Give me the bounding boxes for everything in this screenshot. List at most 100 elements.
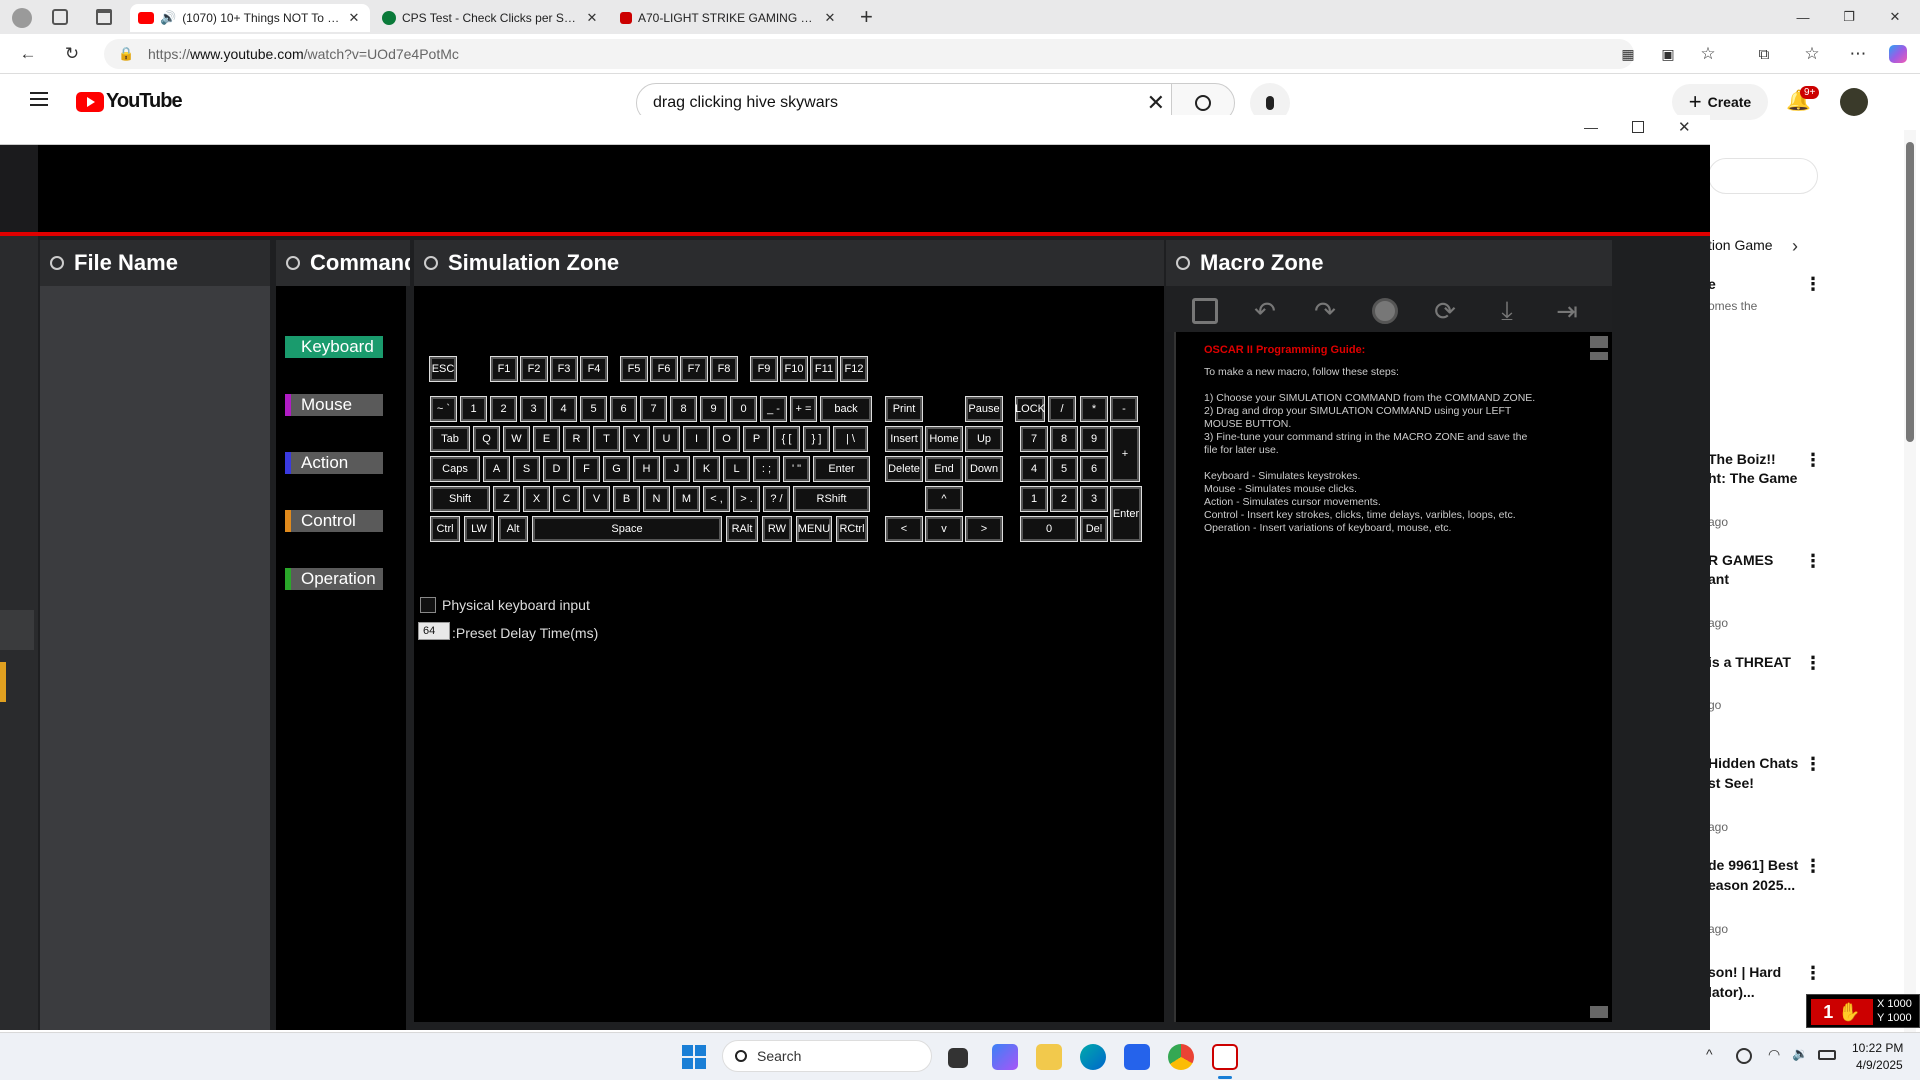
key[interactable]: Del (1080, 516, 1108, 542)
key[interactable]: * (1080, 396, 1108, 422)
volume-icon[interactable]: 🔉 (1792, 1046, 1808, 1062)
key[interactable]: 0 (730, 396, 757, 422)
key[interactable]: 9 (700, 396, 727, 422)
key[interactable]: RAlt (726, 516, 758, 542)
key[interactable]: U (653, 426, 680, 452)
speaker-icon[interactable]: 🔊 (160, 10, 176, 26)
video-title[interactable]: de 9961] Best (1708, 856, 1798, 875)
chevron-right-icon[interactable]: › (1792, 236, 1798, 257)
close-icon[interactable]: ✕ (346, 10, 362, 26)
more-actions-icon[interactable]: ⋮ (1804, 963, 1822, 984)
store-icon[interactable] (1124, 1044, 1150, 1070)
file-explorer-icon[interactable] (1036, 1044, 1062, 1070)
key[interactable]: 8 (1050, 426, 1078, 452)
key[interactable]: LW (464, 516, 494, 542)
key[interactable]: 2 (490, 396, 517, 422)
key[interactable]: ? / (763, 486, 790, 512)
key[interactable]: L (723, 456, 750, 482)
key[interactable]: Pause (965, 396, 1003, 422)
key[interactable]: _ - (760, 396, 787, 422)
key[interactable]: | \ (833, 426, 868, 452)
tab-actions-icon[interactable] (96, 9, 112, 25)
key[interactable]: O (713, 426, 740, 452)
key[interactable]: 0 (1020, 516, 1078, 542)
physical-keyboard-checkbox[interactable] (420, 597, 436, 613)
key[interactable]: 1 (460, 396, 487, 422)
key[interactable]: F2 (520, 356, 548, 382)
edge-icon[interactable] (1080, 1044, 1106, 1070)
sidebar-search-chip[interactable] (1708, 158, 1818, 194)
app-title-bar[interactable]: — ✕ (0, 115, 1710, 145)
loop-icon[interactable]: ⟳ (1430, 296, 1460, 326)
avatar[interactable] (1840, 88, 1868, 116)
key[interactable]: End (925, 456, 963, 482)
key[interactable]: 6 (1080, 456, 1108, 482)
key[interactable]: Space (532, 516, 722, 542)
video-title-line2[interactable]: st See! (1708, 774, 1754, 793)
redo-icon[interactable]: ↷ (1310, 296, 1340, 326)
key[interactable]: 3 (520, 396, 547, 422)
key[interactable]: S (513, 456, 540, 482)
key[interactable]: F10 (780, 356, 808, 382)
key[interactable]: - (1110, 396, 1138, 422)
favorite-star-icon[interactable]: ☆ (1696, 42, 1720, 66)
minimize-button[interactable]: — (1584, 119, 1598, 135)
video-title-line2[interactable]: ht: The Game (1708, 469, 1797, 488)
key[interactable]: ~ ` (430, 396, 457, 422)
refresh-icon[interactable]: ↻ (60, 42, 84, 66)
workspaces-icon[interactable] (52, 9, 68, 25)
close-window-button[interactable]: ✕ (1872, 0, 1918, 34)
key[interactable]: F9 (750, 356, 778, 382)
video-title[interactable]: son! | Hard (1708, 963, 1781, 982)
profile-icon[interactable] (12, 8, 32, 28)
key[interactable]: 4 (550, 396, 577, 422)
more-actions-icon[interactable]: ⋮ (1804, 754, 1822, 775)
restore-button[interactable]: ❐ (1826, 0, 1872, 34)
key[interactable]: E (533, 426, 560, 452)
key[interactable]: < (885, 516, 923, 542)
sidebar-chip-label[interactable]: tion Game (1708, 236, 1773, 255)
key[interactable]: F5 (620, 356, 648, 382)
close-window-button[interactable]: ✕ (1678, 118, 1691, 136)
key[interactable]: MENU (796, 516, 832, 542)
key[interactable]: Q (473, 426, 500, 452)
key[interactable]: G (603, 456, 630, 482)
key[interactable]: 8 (670, 396, 697, 422)
key[interactable]: 3 (1080, 486, 1108, 512)
key[interactable]: Enter (1110, 486, 1142, 542)
key[interactable]: v (925, 516, 963, 542)
key[interactable]: T (593, 426, 620, 452)
key[interactable]: F6 (650, 356, 678, 382)
tray-chevron-icon[interactable]: ^ (1706, 1046, 1713, 1062)
key[interactable]: RShift (793, 486, 870, 512)
app-available-icon[interactable]: ▦ (1616, 42, 1640, 66)
key[interactable]: M (673, 486, 700, 512)
more-menu-icon[interactable]: ⋯ (1846, 42, 1870, 66)
key[interactable]: Delete (885, 456, 923, 482)
key[interactable]: Enter (813, 456, 870, 482)
bloody-app-icon[interactable] (1212, 1044, 1238, 1070)
key[interactable]: Ctrl (430, 516, 460, 542)
clear-search-icon[interactable]: ✕ (1147, 90, 1165, 116)
close-icon[interactable]: ✕ (584, 10, 600, 26)
key[interactable]: I (683, 426, 710, 452)
scroll-up-icon[interactable] (1590, 336, 1608, 348)
key[interactable]: < , (703, 486, 730, 512)
key[interactable]: F7 (680, 356, 708, 382)
key[interactable]: N (643, 486, 670, 512)
key[interactable]: Up (965, 426, 1003, 452)
key[interactable]: R (563, 426, 590, 452)
key[interactable]: { [ (773, 426, 800, 452)
windows-start-icon[interactable] (682, 1045, 706, 1069)
left-gutter-item[interactable] (0, 610, 34, 650)
youtube-logo[interactable]: YouTube (76, 90, 183, 113)
back-arrow-icon[interactable]: ← (16, 42, 40, 66)
key[interactable]: D (543, 456, 570, 482)
close-icon[interactable]: ✕ (822, 10, 838, 26)
key[interactable]: LOCK (1015, 396, 1045, 422)
key[interactable]: Home (925, 426, 963, 452)
more-actions-icon[interactable]: ⋮ (1804, 450, 1822, 471)
key[interactable]: Y (623, 426, 650, 452)
key[interactable]: 5 (580, 396, 607, 422)
command-action[interactable]: Action (285, 452, 383, 474)
